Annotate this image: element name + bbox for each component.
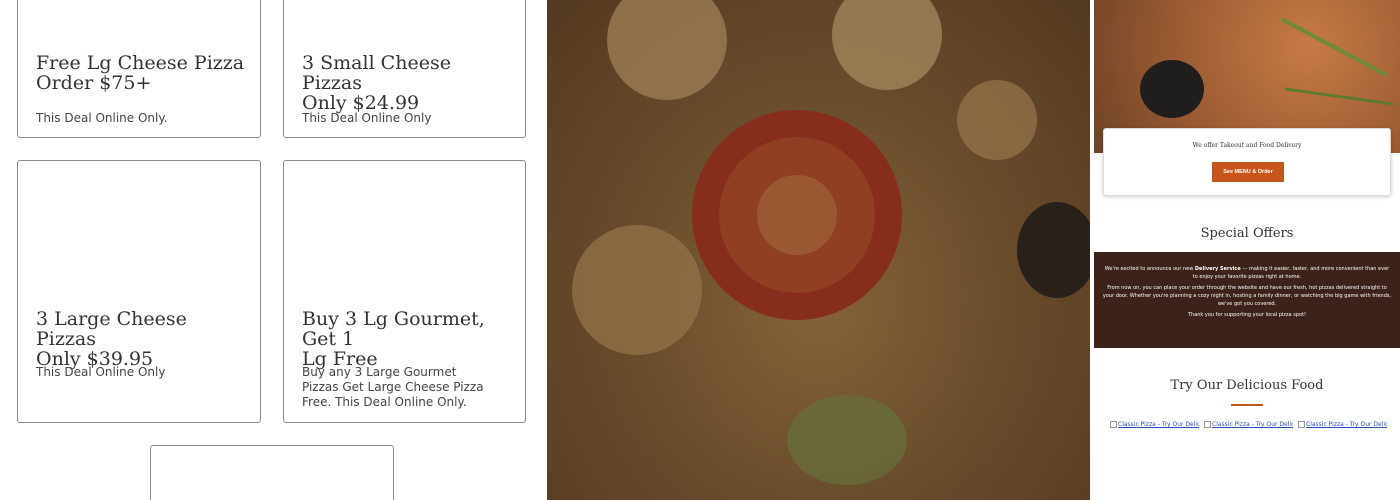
promo-text: We offer Takeout and Food Delivery <box>1192 142 1302 149</box>
deal-card[interactable] <box>150 445 394 500</box>
website-preview: We offer Takeout and Food Delivery See M… <box>1094 0 1400 500</box>
pizza-toppings-image <box>572 0 1090 485</box>
deal-card[interactable]: 3 Small Cheese Pizzas Only $24.99 This De… <box>283 0 526 138</box>
pizza-photo <box>547 0 1090 500</box>
deal-description: This Deal Online Only <box>36 365 166 379</box>
food-thumbnail-link[interactable]: Classic Pizza - Try Our Delic <box>1110 421 1199 428</box>
see-menu-button[interactable]: See MENU & Order <box>1212 162 1284 182</box>
delivery-paragraph: From now on, you can place your order th… <box>1102 285 1392 307</box>
deal-title: 3 Small Cheese Pizzas Only $24.99 <box>302 52 451 114</box>
deal-description: This Deal Online Only <box>302 111 432 125</box>
delivery-intro: We're excited to announce our new Delive… <box>1104 266 1390 280</box>
deal-title: 3 Large Cheese Pizzas Only $39.95 <box>36 308 187 370</box>
deal-description: This Deal Online Only. <box>36 111 168 125</box>
food-section-title: Try Our Delicious Food <box>1170 378 1324 393</box>
herb-shape <box>1280 17 1388 77</box>
olive-shape <box>1140 60 1204 118</box>
delivery-thanks: Thank you for supporting your local pizz… <box>1187 312 1307 318</box>
title-underline <box>1231 404 1263 406</box>
food-thumbnail-link[interactable]: Classic Pizza - Try Our Delic <box>1204 421 1293 428</box>
deal-card[interactable]: 3 Large Cheese Pizzas Only $39.95 This De… <box>17 160 261 423</box>
deal-description: Buy any 3 Large Gourmet Pizzas Get Large… <box>302 365 484 409</box>
herb-shape <box>1284 87 1394 106</box>
food-thumbnails: Classic Pizza - Try Our Delic Classic Pi… <box>1110 421 1390 428</box>
deal-card[interactable]: Free Lg Cheese Pizza Order $75+ This Deal… <box>17 0 261 138</box>
delivery-announcement: We're excited to announce our new Delive… <box>1094 252 1400 348</box>
special-offers-title: Special Offers <box>1200 226 1294 241</box>
deal-title: Buy 3 Lg Gourmet, Get 1 Lg Free <box>302 308 485 370</box>
deal-title: Free Lg Cheese Pizza Order $75+ <box>36 52 245 94</box>
food-thumbnail-link[interactable]: Classic Pizza - Try Our Delic <box>1298 421 1387 428</box>
deal-card[interactable]: Buy 3 Lg Gourmet, Get 1 Lg Free Buy any 3… <box>283 160 526 423</box>
deals-panel: Free Lg Cheese Pizza Order $75+ This Deal… <box>0 0 547 500</box>
promo-box: We offer Takeout and Food Delivery See M… <box>1103 128 1391 196</box>
